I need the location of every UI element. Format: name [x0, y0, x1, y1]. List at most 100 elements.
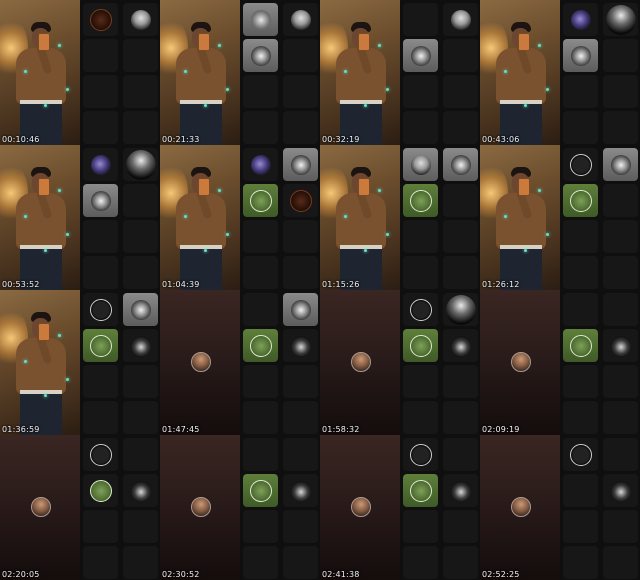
participant-cell[interactable]: [83, 438, 118, 471]
participant-cell[interactable]: [243, 220, 278, 253]
participant-cell[interactable]: [563, 546, 598, 579]
participant-cell[interactable]: [123, 365, 158, 398]
participant-cell[interactable]: [243, 256, 278, 289]
participant-cell[interactable]: [83, 3, 118, 36]
participant-cell[interactable]: [603, 148, 638, 181]
participant-cell[interactable]: [443, 293, 478, 326]
participant-cell[interactable]: [403, 293, 438, 326]
participant-cell[interactable]: [123, 474, 158, 507]
participant-cell[interactable]: [443, 256, 478, 289]
participant-cell[interactable]: [563, 510, 598, 543]
participant-cell[interactable]: [603, 111, 638, 144]
participant-cell[interactable]: [403, 39, 438, 72]
participant-cell[interactable]: [283, 365, 318, 398]
participant-cell[interactable]: [83, 111, 118, 144]
participant-cell[interactable]: [563, 220, 598, 253]
participant-cell[interactable]: [83, 39, 118, 72]
participant-cell[interactable]: [123, 39, 158, 72]
participant-cell[interactable]: [243, 111, 278, 144]
participant-cell[interactable]: [563, 3, 598, 36]
participant-cell[interactable]: [563, 401, 598, 434]
participant-cell[interactable]: [123, 546, 158, 579]
participant-cell[interactable]: [563, 75, 598, 108]
participant-cell[interactable]: [123, 148, 158, 181]
participant-cell[interactable]: [123, 256, 158, 289]
participant-cell[interactable]: [443, 401, 478, 434]
participant-cell[interactable]: [283, 546, 318, 579]
participant-cell[interactable]: [403, 546, 438, 579]
participant-cell[interactable]: [443, 75, 478, 108]
participant-cell[interactable]: [283, 510, 318, 543]
participant-cell[interactable]: [123, 220, 158, 253]
participant-cell[interactable]: [123, 111, 158, 144]
participant-cell[interactable]: [283, 111, 318, 144]
participant-cell[interactable]: [443, 39, 478, 72]
participant-cell[interactable]: [83, 546, 118, 579]
participant-cell[interactable]: [283, 148, 318, 181]
participant-cell[interactable]: [443, 546, 478, 579]
participant-cell[interactable]: [563, 111, 598, 144]
participant-cell[interactable]: [283, 220, 318, 253]
participant-cell[interactable]: [83, 256, 118, 289]
participant-cell[interactable]: [83, 510, 118, 543]
participant-cell[interactable]: [443, 329, 478, 362]
participant-cell[interactable]: [443, 184, 478, 217]
participant-cell[interactable]: [83, 365, 118, 398]
participant-cell[interactable]: [83, 148, 118, 181]
participant-cell[interactable]: [443, 438, 478, 471]
participant-cell[interactable]: [443, 220, 478, 253]
participant-cell[interactable]: [443, 148, 478, 181]
participant-cell[interactable]: [123, 438, 158, 471]
participant-cell[interactable]: [403, 474, 438, 507]
participant-cell[interactable]: [123, 293, 158, 326]
participant-cell[interactable]: [603, 293, 638, 326]
participant-cell[interactable]: [403, 365, 438, 398]
participant-cell[interactable]: [403, 438, 438, 471]
participant-cell[interactable]: [563, 39, 598, 72]
participant-cell[interactable]: [243, 293, 278, 326]
participant-cell[interactable]: [603, 39, 638, 72]
participant-cell[interactable]: [243, 3, 278, 36]
participant-cell[interactable]: [123, 75, 158, 108]
participant-cell[interactable]: [123, 401, 158, 434]
participant-cell[interactable]: [123, 329, 158, 362]
participant-cell[interactable]: [283, 256, 318, 289]
participant-cell[interactable]: [603, 510, 638, 543]
participant-cell[interactable]: [603, 401, 638, 434]
participant-cell[interactable]: [443, 365, 478, 398]
participant-cell[interactable]: [283, 329, 318, 362]
participant-cell[interactable]: [283, 293, 318, 326]
participant-cell[interactable]: [243, 510, 278, 543]
participant-cell[interactable]: [83, 329, 118, 362]
participant-cell[interactable]: [83, 293, 118, 326]
participant-cell[interactable]: [243, 329, 278, 362]
participant-cell[interactable]: [563, 329, 598, 362]
participant-cell[interactable]: [283, 3, 318, 36]
participant-cell[interactable]: [603, 3, 638, 36]
participant-cell[interactable]: [403, 256, 438, 289]
participant-cell[interactable]: [83, 75, 118, 108]
participant-cell[interactable]: [603, 220, 638, 253]
participant-cell[interactable]: [563, 148, 598, 181]
participant-cell[interactable]: [603, 256, 638, 289]
participant-cell[interactable]: [283, 184, 318, 217]
participant-cell[interactable]: [603, 546, 638, 579]
participant-cell[interactable]: [603, 75, 638, 108]
participant-cell[interactable]: [403, 510, 438, 543]
participant-cell[interactable]: [283, 474, 318, 507]
participant-cell[interactable]: [443, 510, 478, 543]
participant-cell[interactable]: [243, 401, 278, 434]
participant-cell[interactable]: [603, 438, 638, 471]
participant-cell[interactable]: [563, 256, 598, 289]
participant-cell[interactable]: [243, 75, 278, 108]
participant-cell[interactable]: [563, 184, 598, 217]
participant-cell[interactable]: [403, 184, 438, 217]
participant-cell[interactable]: [123, 184, 158, 217]
participant-cell[interactable]: [243, 546, 278, 579]
participant-cell[interactable]: [563, 293, 598, 326]
participant-cell[interactable]: [243, 184, 278, 217]
participant-cell[interactable]: [443, 111, 478, 144]
participant-cell[interactable]: [243, 438, 278, 471]
participant-cell[interactable]: [123, 510, 158, 543]
participant-cell[interactable]: [283, 401, 318, 434]
